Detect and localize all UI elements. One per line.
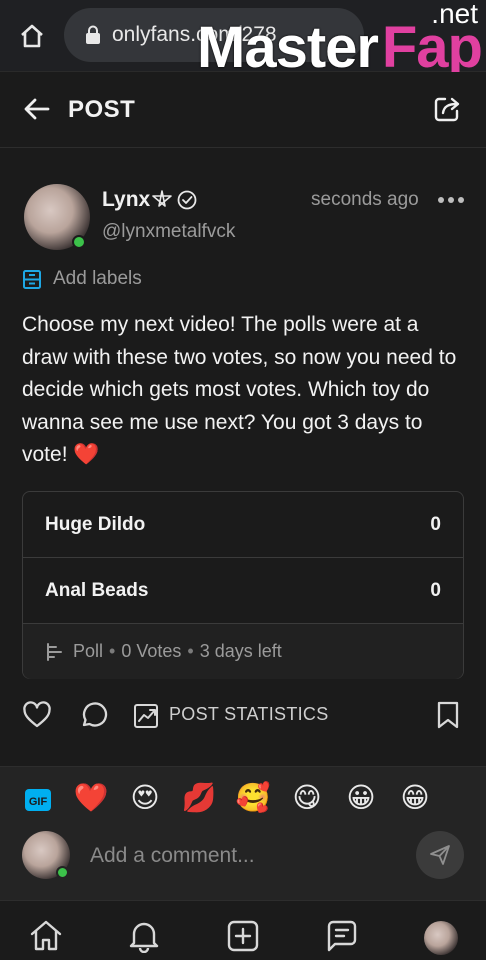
poll-option-count: 0	[430, 514, 441, 535]
online-status-dot	[72, 235, 86, 249]
svg-text:GIF: GIF	[29, 796, 48, 808]
emoji-reaction[interactable]: 🥰	[235, 781, 271, 815]
post-text: Choose my next video! The polls were at …	[22, 309, 468, 472]
heart-emoji: ❤️	[73, 443, 100, 466]
send-comment-button[interactable]	[416, 831, 464, 879]
name-badges	[152, 190, 197, 210]
online-status-dot	[56, 866, 69, 879]
label-icon	[23, 270, 41, 289]
home-icon	[21, 24, 43, 48]
emoji-reaction[interactable]: 😀	[343, 781, 379, 815]
watermark-logo: Master Fap .net	[182, 0, 483, 80]
nav-home-icon[interactable]	[28, 917, 64, 953]
nav-notifications-bell-icon[interactable]	[126, 917, 162, 953]
separator-dot: •	[187, 641, 194, 661]
poll-type-label: Poll	[73, 641, 104, 661]
emoji-reaction[interactable]: ❤️	[73, 781, 109, 815]
emoji-reaction[interactable]: 😁	[397, 781, 433, 815]
add-labels-label: Add labels	[53, 268, 142, 289]
post-timestamp: seconds ago	[311, 189, 419, 210]
poll-option[interactable]: Anal Beads 0	[23, 558, 463, 624]
statistics-chart-icon[interactable]	[133, 702, 161, 730]
separator-dot: •	[109, 641, 116, 661]
poll-meta: Poll • 0 Votes • 3 days left	[73, 641, 282, 662]
nav-messages-icon[interactable]	[324, 917, 360, 953]
bookmark-icon[interactable]	[434, 700, 462, 730]
post-statistics-button[interactable]: POST STATISTICS	[169, 704, 329, 725]
verified-check-icon	[177, 190, 197, 210]
poll-option[interactable]: Huge Dildo 0	[23, 492, 463, 558]
poll-option-count: 0	[430, 580, 441, 601]
watermark-tld: .net	[431, 0, 478, 29]
browser-toolbar: onlyfans.com/278 Master Fap .net	[0, 0, 486, 80]
poll-time-left: 3 days left	[199, 641, 282, 661]
back-arrow-icon[interactable]	[22, 94, 52, 124]
poll-option-label: Anal Beads	[45, 580, 149, 601]
poll-footer: Poll • 0 Votes • 3 days left	[23, 624, 463, 679]
more-options-icon[interactable]	[436, 193, 466, 207]
emoji-reaction[interactable]: 😋	[289, 781, 325, 815]
browser-home-button[interactable]	[14, 18, 50, 54]
poll: Huge Dildo 0 Anal Beads 0 Poll • 0 Votes • 3…	[22, 491, 464, 679]
emoji-reaction[interactable]: 💋	[181, 781, 217, 815]
nav-profile-avatar[interactable]	[424, 921, 458, 955]
comment-input[interactable]	[90, 839, 390, 873]
page-title: POST	[68, 96, 136, 123]
send-icon	[430, 845, 450, 865]
pentagram-icon	[152, 190, 172, 207]
author-handle[interactable]: @lynxmetalfvck	[102, 221, 235, 243]
poll-icon	[47, 643, 62, 661]
lock-icon	[86, 25, 100, 44]
watermark-main: Master	[197, 15, 379, 80]
poll-option-label: Huge Dildo	[45, 514, 146, 535]
emoji-reaction[interactable]: 😍	[127, 781, 163, 815]
poll-votes: 0 Votes	[121, 641, 182, 661]
bottom-navigation	[0, 900, 486, 960]
share-icon[interactable]	[432, 94, 462, 124]
comment-bubble-icon[interactable]	[78, 700, 108, 730]
nav-new-post-plus-icon[interactable]	[225, 917, 261, 953]
reactions-panel: GIF ❤️ 😍 💋 🥰 😋 😀 😁	[0, 766, 486, 900]
author-name[interactable]: Lynx	[102, 188, 150, 212]
gif-icon[interactable]: GIF	[24, 787, 52, 813]
like-heart-icon[interactable]	[22, 700, 52, 730]
page-header: POST	[0, 72, 486, 148]
